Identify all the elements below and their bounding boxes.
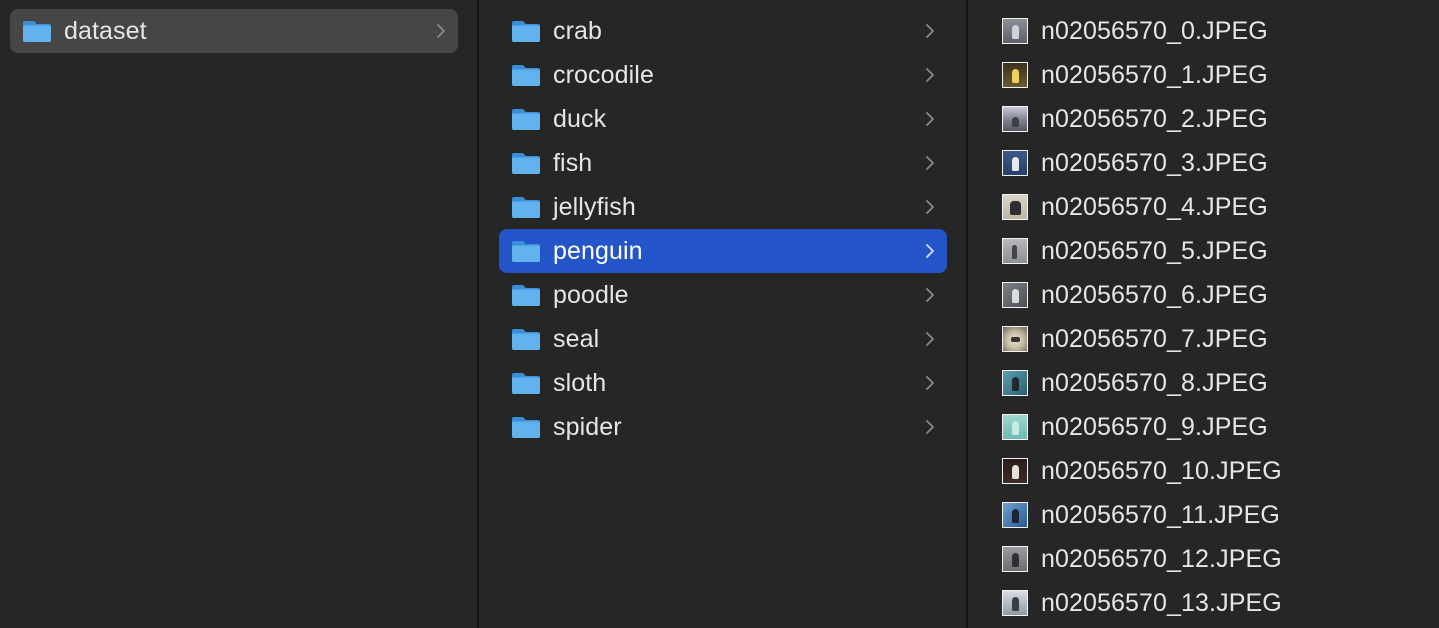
folder-icon	[512, 241, 540, 262]
chevron-right-icon	[437, 24, 445, 38]
folder-row-dataset[interactable]: dataset	[10, 9, 458, 53]
folder-row-crab[interactable]: crab	[499, 9, 947, 53]
image-thumbnail-icon	[1002, 590, 1028, 616]
image-thumbnail-icon	[1002, 458, 1028, 484]
chevron-right-icon	[926, 156, 934, 170]
folder-icon	[512, 285, 540, 306]
chevron-right-icon	[926, 332, 934, 346]
column-penguin[interactable]: n02056570_0.JPEG n02056570_1.JPEG n02056…	[968, 0, 1437, 628]
folder-icon	[512, 65, 540, 86]
folder-label: sloth	[553, 368, 607, 397]
folder-row-sloth[interactable]: sloth	[499, 361, 947, 405]
folder-label: crocodile	[553, 60, 654, 89]
folder-label: penguin	[553, 236, 643, 265]
column-dataset[interactable]: crab crocodile duck fish jellyfish pengu…	[479, 0, 968, 628]
chevron-right-icon	[926, 420, 934, 434]
image-thumbnail-icon	[1002, 18, 1028, 44]
folder-icon	[512, 329, 540, 350]
image-thumbnail-icon	[1002, 414, 1028, 440]
folder-label: seal	[553, 324, 600, 353]
file-label: n02056570_5.JPEG	[1041, 236, 1268, 265]
file-row[interactable]: n02056570_2.JPEG	[1002, 97, 1432, 141]
file-row[interactable]: n02056570_1.JPEG	[1002, 53, 1432, 97]
file-row[interactable]: n02056570_9.JPEG	[1002, 405, 1432, 449]
chevron-right-icon	[926, 288, 934, 302]
chevron-right-icon	[926, 376, 934, 390]
file-label: n02056570_3.JPEG	[1041, 148, 1268, 177]
folder-row-seal[interactable]: seal	[499, 317, 947, 361]
folder-label: fish	[553, 148, 593, 177]
chevron-right-icon	[926, 112, 934, 126]
image-thumbnail-icon	[1002, 106, 1028, 132]
file-row[interactable]: n02056570_10.JPEG	[1002, 449, 1432, 493]
file-row[interactable]: n02056570_12.JPEG	[1002, 537, 1432, 581]
file-row[interactable]: n02056570_6.JPEG	[1002, 273, 1432, 317]
file-row[interactable]: n02056570_8.JPEG	[1002, 361, 1432, 405]
file-label: n02056570_6.JPEG	[1041, 280, 1268, 309]
image-thumbnail-icon	[1002, 370, 1028, 396]
folder-icon	[512, 109, 540, 130]
folder-row-duck[interactable]: duck	[499, 97, 947, 141]
image-thumbnail-icon	[1002, 194, 1028, 220]
image-thumbnail-icon	[1002, 238, 1028, 264]
folder-label: jellyfish	[553, 192, 636, 221]
file-row[interactable]: n02056570_5.JPEG	[1002, 229, 1432, 273]
image-thumbnail-icon	[1002, 62, 1028, 88]
file-row[interactable]: n02056570_4.JPEG	[1002, 185, 1432, 229]
file-row[interactable]: n02056570_13.JPEG	[1002, 581, 1432, 625]
folder-row-spider[interactable]: spider	[499, 405, 947, 449]
folder-icon	[512, 153, 540, 174]
file-row[interactable]: n02056570_11.JPEG	[1002, 493, 1432, 537]
file-label: n02056570_13.JPEG	[1041, 588, 1282, 617]
folder-icon	[512, 197, 540, 218]
folder-row-poodle[interactable]: poodle	[499, 273, 947, 317]
image-thumbnail-icon	[1002, 150, 1028, 176]
folder-label: crab	[553, 16, 603, 45]
file-label: n02056570_4.JPEG	[1041, 192, 1268, 221]
folder-icon	[512, 373, 540, 394]
chevron-right-icon	[926, 200, 934, 214]
file-label: n02056570_7.JPEG	[1041, 324, 1268, 353]
file-label: n02056570_2.JPEG	[1041, 104, 1268, 133]
image-thumbnail-icon	[1002, 546, 1028, 572]
file-row[interactable]: n02056570_7.JPEG	[1002, 317, 1432, 361]
folder-icon	[23, 21, 51, 42]
file-label: n02056570_10.JPEG	[1041, 456, 1282, 485]
folder-label: spider	[553, 412, 622, 441]
chevron-right-icon	[926, 68, 934, 82]
file-label: n02056570_8.JPEG	[1041, 368, 1268, 397]
file-label: n02056570_11.JPEG	[1041, 500, 1280, 529]
file-label: n02056570_12.JPEG	[1041, 544, 1282, 573]
folder-row-fish[interactable]: fish	[499, 141, 947, 185]
file-label: n02056570_0.JPEG	[1041, 16, 1268, 45]
file-label: n02056570_9.JPEG	[1041, 412, 1268, 441]
column-root[interactable]: dataset	[0, 0, 479, 628]
file-row[interactable]: n02056570_0.JPEG	[1002, 9, 1432, 53]
folder-label: poodle	[553, 280, 629, 309]
image-thumbnail-icon	[1002, 282, 1028, 308]
folder-icon	[512, 21, 540, 42]
folder-icon	[512, 417, 540, 438]
folder-label: dataset	[64, 16, 147, 45]
folder-row-jellyfish[interactable]: jellyfish	[499, 185, 947, 229]
folder-label: duck	[553, 104, 607, 133]
folder-row-crocodile[interactable]: crocodile	[499, 53, 947, 97]
column-browser: dataset crab crocodile duck fish jellyfi…	[0, 0, 1439, 628]
file-row[interactable]: n02056570_3.JPEG	[1002, 141, 1432, 185]
file-label: n02056570_1.JPEG	[1041, 60, 1268, 89]
folder-row-penguin[interactable]: penguin	[499, 229, 947, 273]
image-thumbnail-icon	[1002, 326, 1028, 352]
chevron-right-icon	[926, 244, 934, 258]
image-thumbnail-icon	[1002, 502, 1028, 528]
chevron-right-icon	[926, 24, 934, 38]
